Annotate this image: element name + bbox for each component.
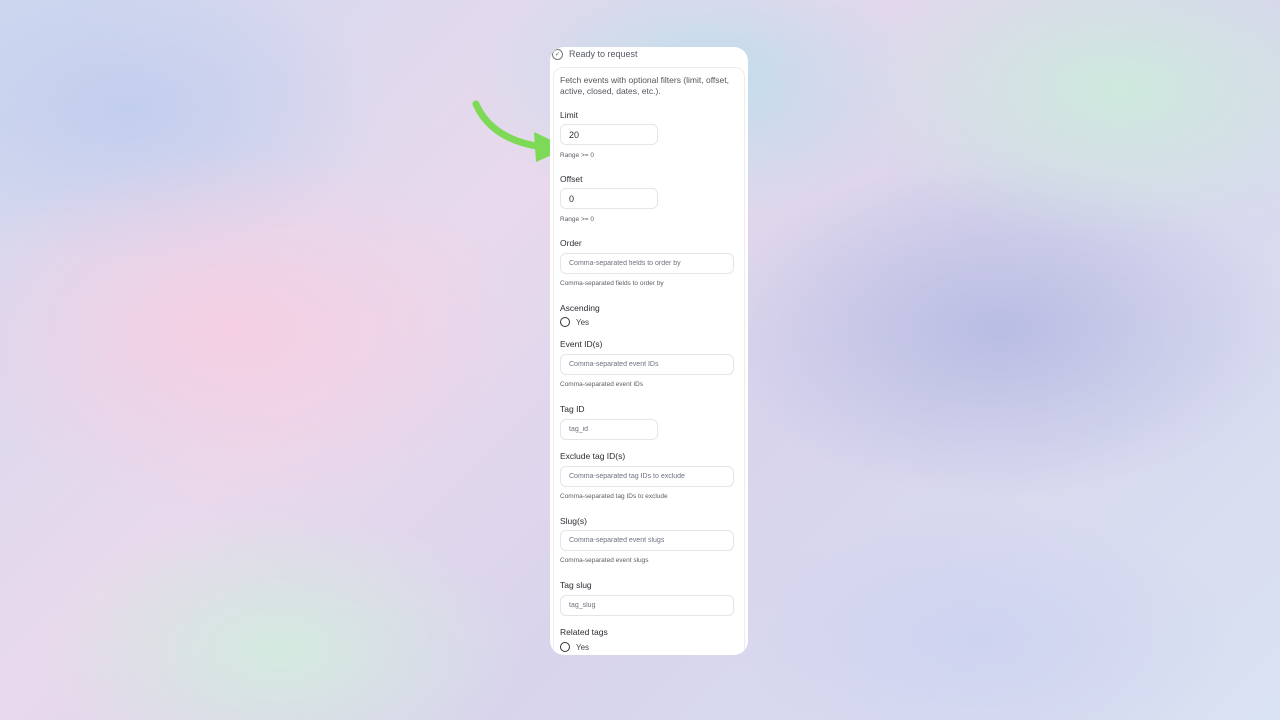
request-card: ✓ Ready to request Fetch events with opt…: [550, 47, 748, 655]
slugs-input[interactable]: [560, 530, 734, 551]
tag-id-input[interactable]: [560, 419, 658, 440]
limit-input[interactable]: [560, 124, 658, 145]
related-tags-radio[interactable]: Yes: [560, 642, 589, 652]
slugs-label: Slug(s): [560, 516, 587, 526]
form-description: Fetch events with optional filters (limi…: [560, 75, 729, 96]
offset-label: Offset: [560, 174, 583, 184]
ascending-label: Ascending: [560, 303, 600, 313]
status-bar: ✓ Ready to request: [550, 47, 638, 61]
offset-hint: Range >= 0: [560, 216, 594, 223]
exclude-tag-ids-hint: Comma-separated tag IDs to exclude: [560, 493, 668, 500]
status-text: Ready to request: [569, 49, 638, 59]
check-circle-icon: ✓: [552, 48, 563, 60]
limit-label: Limit: [560, 110, 578, 120]
exclude-tag-ids-label: Exclude tag ID(s): [560, 451, 626, 461]
limit-hint: Range >= 0: [560, 152, 594, 159]
slugs-hint: Comma-separated event slugs: [560, 557, 649, 564]
ascending-radio[interactable]: Yes: [560, 317, 589, 327]
exclude-tag-ids-input[interactable]: [560, 466, 734, 487]
ascending-option-label: Yes: [576, 317, 590, 327]
tag-slug-input[interactable]: [560, 595, 734, 616]
event-ids-input[interactable]: [560, 354, 734, 375]
event-ids-label: Event ID(s): [560, 339, 603, 349]
order-label: Order: [560, 238, 582, 248]
tag-id-label: Tag ID: [560, 404, 585, 414]
radio-circle-icon[interactable]: [560, 642, 570, 652]
tag-slug-label: Tag slug: [560, 580, 592, 590]
offset-input[interactable]: [560, 188, 658, 209]
related-tags-label: Related tags: [560, 627, 608, 637]
event-ids-hint: Comma-separated event IDs: [560, 381, 644, 388]
order-hint: Comma-separated fields to order by: [560, 280, 664, 287]
radio-circle-icon[interactable]: [560, 317, 570, 327]
order-input[interactable]: [560, 253, 734, 274]
related-tags-option-label: Yes: [576, 642, 590, 652]
